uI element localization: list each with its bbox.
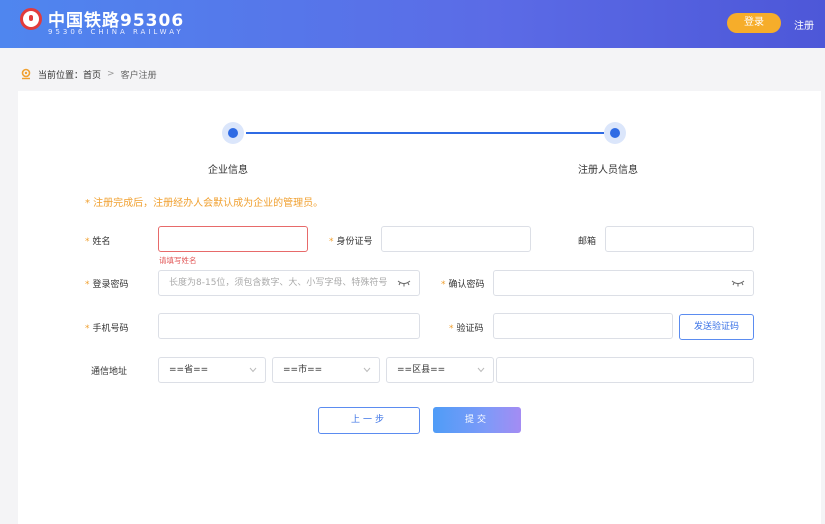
top-header: 中国铁路95306 95306 CHINA RAILWAY 登录 注册	[0, 0, 825, 48]
phone-label-text: 手机号码	[92, 324, 129, 334]
id-number-label-text: 身份证号	[336, 237, 373, 247]
address-detail-input[interactable]	[496, 357, 754, 383]
step-1-label: 企业信息	[208, 165, 248, 176]
railway-logo-icon	[20, 8, 42, 30]
id-number-input[interactable]	[381, 226, 531, 252]
id-number-label: * 身份证号	[329, 234, 373, 247]
confirm-password-label: * 确认密码	[441, 277, 485, 290]
city-select[interactable]: ==市==	[272, 357, 380, 383]
registration-panel: 企业信息 注册人员信息 * 注册完成后，注册经办人会默认成为企业的管理员。 * 姓…	[18, 91, 821, 524]
breadcrumb-current: 客户注册	[120, 70, 157, 81]
chevron-down-icon	[477, 367, 485, 373]
email-input[interactable]	[605, 226, 754, 252]
password-label-text: 登录密码	[92, 280, 129, 290]
breadcrumb-separator: >	[107, 69, 115, 79]
confirm-password-label-text: 确认密码	[448, 280, 485, 290]
id-required-mark: *	[329, 237, 334, 247]
step-connector	[246, 132, 604, 134]
city-value: ==市==	[283, 365, 323, 375]
district-select[interactable]: ==区县==	[386, 357, 494, 383]
confirm-password-input[interactable]	[493, 270, 754, 296]
submit-button[interactable]: 提交	[433, 407, 521, 433]
name-label-text: 姓名	[92, 237, 111, 247]
code-label-text: 验证码	[456, 324, 484, 334]
login-button[interactable]: 登录	[727, 13, 781, 33]
brand-subtitle: 95306 CHINA RAILWAY	[48, 28, 184, 36]
name-label: * 姓名	[85, 234, 111, 247]
send-code-button[interactable]: 发送验证码	[679, 314, 754, 340]
district-value: ==区县==	[397, 365, 446, 375]
phone-input[interactable]	[158, 313, 420, 339]
phone-required-mark: *	[85, 324, 90, 334]
breadcrumb: 当前位置： 首页 > 客户注册	[20, 64, 157, 84]
chevron-down-icon	[249, 367, 257, 373]
chevron-down-icon	[363, 367, 371, 373]
email-label: 邮箱	[578, 237, 597, 247]
name-error-text: 请填写姓名	[159, 256, 197, 265]
password-placeholder: 长度为8-15位，须包含数字、大、小写字母、特殊符号	[169, 278, 388, 288]
step-1-dot-icon	[222, 122, 244, 144]
name-required-mark: *	[85, 237, 90, 247]
address-label: 通信地址	[91, 367, 128, 377]
code-input[interactable]	[493, 313, 673, 339]
location-pin-icon	[21, 68, 31, 80]
phone-label: * 手机号码	[85, 321, 129, 334]
password-required-mark: *	[85, 280, 90, 290]
breadcrumb-home-link[interactable]: 首页	[83, 68, 101, 81]
password-label: * 登录密码	[85, 277, 129, 290]
code-required-mark: *	[449, 324, 454, 334]
eye-closed-icon[interactable]	[397, 279, 411, 287]
confirm-required-mark: *	[441, 280, 446, 290]
register-link[interactable]: 注册	[794, 17, 814, 32]
step-2-dot-icon	[604, 122, 626, 144]
province-value: ==省==	[169, 365, 209, 375]
step-2-label: 注册人员信息	[578, 165, 638, 176]
previous-step-button[interactable]: 上一步	[318, 407, 420, 434]
code-label: * 验证码	[449, 321, 484, 334]
password-input[interactable]: 长度为8-15位，须包含数字、大、小写字母、特殊符号	[158, 270, 420, 296]
admin-notice: * 注册完成后，注册经办人会默认成为企业的管理员。	[85, 198, 324, 209]
eye-closed-icon[interactable]	[731, 279, 745, 287]
name-input[interactable]	[158, 226, 308, 252]
breadcrumb-prefix: 当前位置：	[38, 70, 84, 81]
province-select[interactable]: ==省==	[158, 357, 266, 383]
